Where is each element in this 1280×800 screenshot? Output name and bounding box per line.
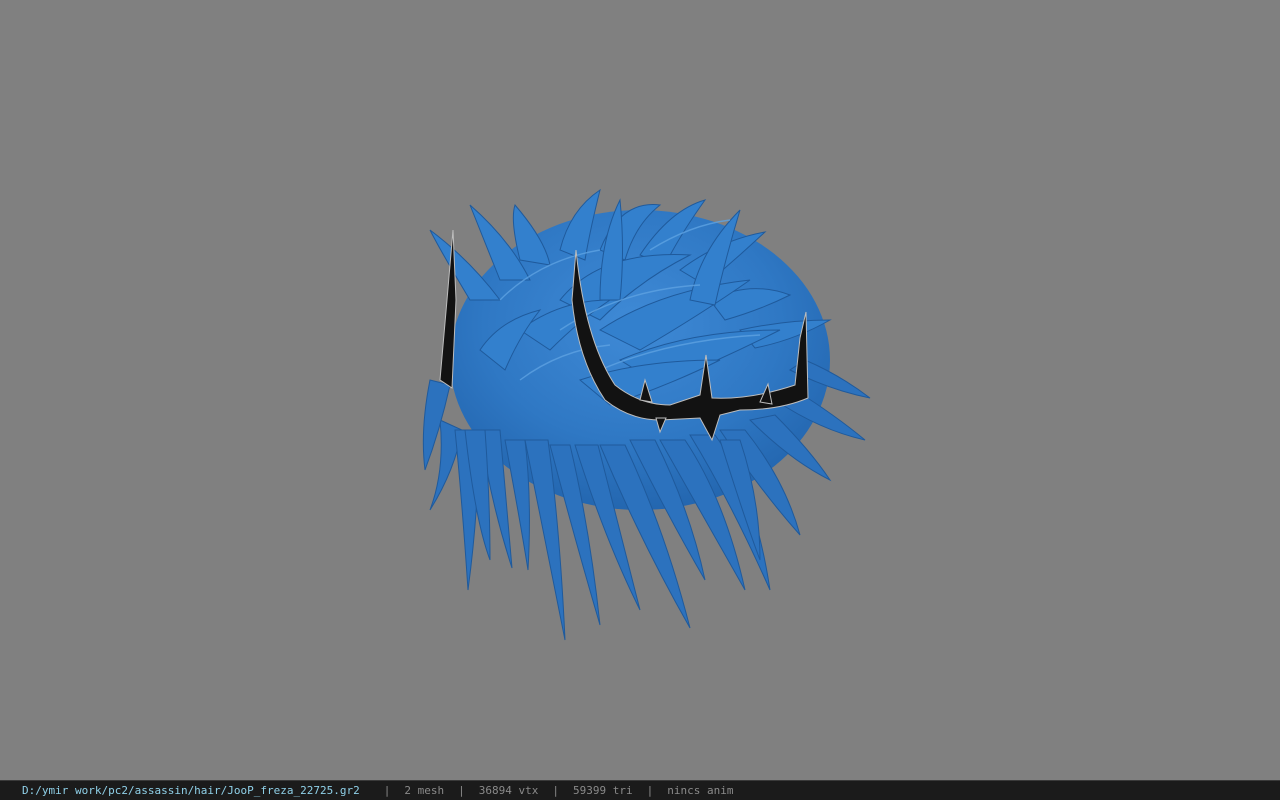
anim-status: nincs anim: [667, 784, 734, 797]
separator: |: [458, 784, 465, 797]
mesh-count: 2 mesh: [404, 784, 445, 797]
3d-viewport[interactable]: [0, 0, 1280, 780]
triangle-count: 59399 tri: [573, 784, 633, 797]
model-render: [422, 188, 871, 641]
file-path: D:/ymir work/pc2/assassin/hair/JooP_frez…: [22, 784, 360, 797]
status-bar: D:/ymir work/pc2/assassin/hair/JooP_frez…: [0, 780, 1280, 800]
separator: |: [552, 784, 559, 797]
vertex-count: 36894 vtx: [478, 784, 539, 797]
separator: |: [383, 784, 391, 797]
separator: |: [646, 784, 654, 797]
